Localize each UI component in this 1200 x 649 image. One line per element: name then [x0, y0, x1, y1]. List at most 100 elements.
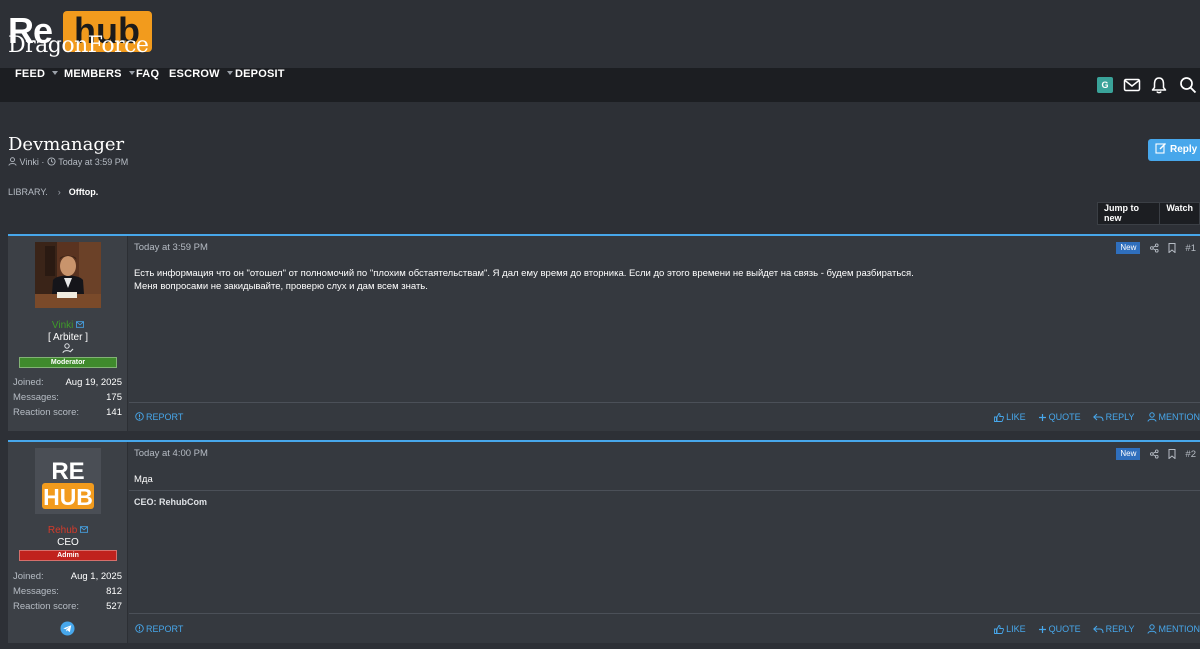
quote-label: QUOTE — [1048, 624, 1081, 634]
nav-faq[interactable]: FAQ — [136, 68, 159, 102]
mention-label: MENTION — [1158, 412, 1200, 422]
share-icon[interactable] — [1150, 449, 1159, 459]
post-user-cell: Vinki [ Arbiter ] Moderator Joined: Aug 1… — [8, 236, 128, 431]
envelope-icon[interactable] — [80, 526, 89, 533]
post-divider — [129, 402, 1200, 403]
report-icon — [135, 412, 144, 421]
stat-joined: Joined: Aug 1, 2025 — [13, 571, 122, 582]
search-icon[interactable] — [1179, 76, 1197, 94]
breadcrumb-library[interactable]: LIBRARY. — [8, 187, 48, 197]
report-link[interactable]: REPORT — [135, 412, 183, 422]
logo-dragon: Dragon — [8, 33, 88, 58]
post-main: Today at 4:00 PM New #2 Мда CEO: RehubCo… — [129, 442, 1200, 643]
post-date[interactable]: Today at 4:00 PM — [134, 448, 208, 459]
user-banner: Moderator — [19, 357, 117, 368]
chevron-right-icon: › — [57, 187, 61, 197]
nav-escrow[interactable]: ESCROW — [169, 68, 233, 102]
stat-value: Aug 19, 2025 — [65, 377, 122, 388]
user-banner: Admin — [19, 550, 117, 561]
post-text-line: Мда — [134, 474, 153, 485]
reply-label: REPLY — [1105, 412, 1135, 422]
like-label: LIKE — [1006, 624, 1026, 634]
reply-button[interactable]: Reply — [1148, 139, 1200, 161]
site-header: Re hub DragonForce — [0, 0, 1200, 68]
like-button[interactable]: LIKE — [994, 624, 1026, 634]
avatar[interactable]: RE HUB — [35, 448, 101, 514]
stat-value[interactable]: 812 — [106, 586, 122, 597]
bookmark-icon[interactable] — [1168, 449, 1176, 459]
jump-to-new-button[interactable]: Jump to new — [1097, 202, 1161, 225]
post-header-tools: New #2 — [1116, 448, 1196, 460]
breadcrumb-offtop[interactable]: Offtop. — [69, 187, 99, 197]
post-actions: LIKE QUOTE REPLY MENTION — [982, 412, 1200, 422]
quote-button[interactable]: QUOTE — [1038, 624, 1081, 634]
post-footer: REPORT LIKE QUOTE REPLY MENTION — [129, 616, 1200, 642]
svg-text:HUB: HUB — [43, 484, 93, 510]
report-label: REPORT — [146, 412, 184, 422]
quote-button[interactable]: QUOTE — [1038, 412, 1081, 422]
like-button[interactable]: LIKE — [994, 412, 1026, 422]
post-1: Vinki [ Arbiter ] Moderator Joined: Aug 1… — [8, 234, 1200, 431]
thread-author[interactable]: Vinki — [20, 157, 39, 167]
stat-value: 527 — [106, 601, 122, 612]
nav-feed[interactable]: FEED — [15, 68, 59, 102]
stat-value: Aug 1, 2025 — [70, 571, 122, 582]
thumbs-up-icon — [994, 412, 1005, 422]
avatar-image — [35, 242, 101, 308]
chevron-down-icon — [128, 71, 135, 76]
report-label: REPORT — [146, 624, 184, 634]
user-avatar[interactable]: G — [1097, 77, 1113, 93]
stat-reaction: Reaction score: 527 — [13, 601, 122, 612]
stat-joined: Joined: Aug 19, 2025 — [13, 377, 122, 388]
user-title: CEO — [57, 537, 79, 548]
stat-label: Messages: — [13, 586, 59, 597]
watch-button[interactable]: Watch — [1160, 202, 1200, 225]
bell-icon[interactable] — [1150, 76, 1168, 94]
post-footer: REPORT LIKE QUOTE REPLY MENTION — [129, 404, 1200, 430]
post-date[interactable]: Today at 3:59 PM — [134, 242, 208, 253]
telegram-icon[interactable] — [60, 621, 75, 636]
stat-messages: Messages: 812 — [13, 586, 122, 597]
post-number[interactable]: #2 — [1185, 449, 1196, 460]
reply-arrow-icon — [1092, 625, 1104, 633]
envelope-icon[interactable] — [76, 321, 85, 328]
mention-label: MENTION — [1158, 624, 1200, 634]
signature-divider — [129, 490, 1200, 491]
nav-members[interactable]: MEMBERS — [64, 68, 135, 102]
stat-label: Reaction score: — [13, 407, 80, 418]
post-author[interactable]: Vinki — [8, 320, 128, 331]
post-number[interactable]: #1 — [1185, 243, 1196, 254]
user-title: [ Arbiter ] — [47, 332, 88, 343]
plus-icon — [1038, 413, 1046, 421]
user-edit-icon — [62, 343, 74, 357]
thread-date: Today at 3:59 PM — [58, 157, 129, 167]
post-header-tools: New #1 — [1116, 242, 1196, 254]
stat-label: Joined: — [13, 377, 44, 388]
reply-label: REPLY — [1105, 624, 1135, 634]
report-icon — [135, 624, 144, 633]
main-nav: FEED MEMBERS FAQ ESCROW DEPOSIT G — [0, 68, 1200, 102]
thread-meta: Vinki · Today at 3:59 PM — [8, 157, 128, 167]
mention-button[interactable]: MENTION — [1147, 412, 1200, 422]
nav-deposit[interactable]: DEPOSIT — [235, 68, 285, 102]
envelope-icon[interactable] — [1123, 76, 1141, 94]
stat-messages: Messages: 175 — [13, 392, 122, 403]
site-logo[interactable]: Re hub DragonForce — [8, 10, 152, 58]
mention-button[interactable]: MENTION — [1147, 624, 1200, 634]
post-author[interactable]: Rehub — [8, 525, 128, 536]
chevron-down-icon — [52, 71, 59, 76]
reply-post-button[interactable]: REPLY — [1092, 624, 1135, 634]
new-badge: New — [1116, 242, 1141, 254]
bookmark-icon[interactable] — [1168, 243, 1176, 253]
avatar[interactable] — [35, 242, 101, 308]
chevron-down-icon — [226, 71, 233, 76]
edit-icon — [1155, 143, 1166, 154]
nav-feed-label: FEED — [15, 68, 46, 80]
user-icon — [1147, 624, 1156, 634]
nav-members-label: MEMBERS — [64, 68, 122, 80]
report-link[interactable]: REPORT — [135, 624, 183, 634]
reply-post-button[interactable]: REPLY — [1092, 412, 1135, 422]
share-icon[interactable] — [1150, 243, 1159, 253]
svg-text:RE: RE — [51, 458, 84, 485]
stat-value[interactable]: 175 — [106, 392, 122, 403]
